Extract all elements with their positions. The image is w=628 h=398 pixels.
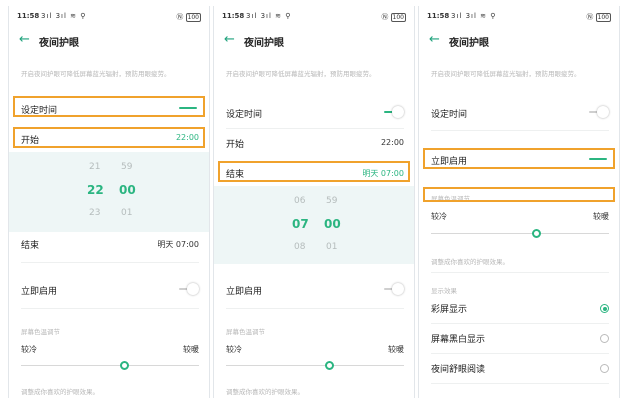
divider	[431, 353, 609, 354]
highlight-box	[13, 96, 205, 117]
status-bar: 11:58 3ıl 3ıl ≋ ⚲ Ⓝ 100	[9, 12, 209, 24]
radio-monochrome-display[interactable]	[600, 334, 609, 343]
enable-now-label: 立即启用	[21, 287, 58, 297]
color-temp-slider-track[interactable]	[226, 365, 404, 366]
picker-minute-selected[interactable]: 00	[119, 183, 136, 197]
warmer-label: 较暖	[183, 345, 199, 354]
set-time-toggle[interactable]	[382, 106, 404, 118]
status-right-icons: Ⓝ 100	[586, 12, 611, 22]
set-time-label: 设定时间	[431, 110, 468, 120]
divider	[431, 130, 609, 131]
set-time-label: 设定时间	[226, 110, 263, 120]
highlight-box	[423, 148, 615, 169]
enable-now-toggle[interactable]	[177, 283, 199, 295]
color-temp-section-label: 屏幕色温调节	[226, 328, 265, 336]
color-temp-section-label: 屏幕色温调节	[21, 328, 60, 336]
option-monochrome-display[interactable]: 屏幕黑白显示	[431, 332, 485, 345]
page-title: 夜间护眼	[39, 38, 79, 49]
warmer-label: 较暖	[388, 345, 404, 354]
nfc-icon: Ⓝ	[381, 13, 389, 21]
highlight-box	[423, 187, 615, 202]
nfc-icon: Ⓝ	[586, 13, 594, 21]
highlight-box	[218, 161, 410, 182]
color-temp-slider-handle[interactable]	[325, 361, 334, 370]
status-time: 11:58	[17, 12, 40, 20]
page-title: 夜间护眼	[449, 38, 489, 49]
divider	[226, 128, 404, 129]
picker-hour[interactable]: 06	[294, 196, 305, 206]
status-time: 11:58	[427, 12, 450, 20]
status-time: 11:58	[222, 12, 245, 20]
time-picker[interactable]: 06 07 08 59 00 01	[214, 186, 414, 264]
highlight-box	[13, 127, 205, 148]
end-value[interactable]: 明天 07:00	[157, 239, 199, 250]
picker-minute-selected[interactable]: 00	[324, 217, 341, 231]
adjust-hint: 调整成你喜欢的护眼效果。	[21, 388, 99, 396]
divider	[21, 308, 199, 309]
enable-now-label: 立即启用	[226, 287, 263, 297]
phone-screen-3: 11:58 3ıl 3ıl ≋ ⚲ Ⓝ 100 ← 夜间护眼 开启夜间护眼可降低…	[418, 6, 620, 398]
intro-hint: 开启夜间护眼可降低屏幕蓝光辐射，预防用眼疲劳。	[21, 70, 171, 78]
end-label[interactable]: 结束	[21, 238, 39, 251]
phone-screen-2: 11:58 3ıl 3ıl ≋ ⚲ Ⓝ 100 ← 夜间护眼 开启夜间护眼可降低…	[213, 6, 415, 398]
enable-now-toggle[interactable]	[382, 283, 404, 295]
display-effect-section-label: 显示效果	[431, 287, 457, 295]
phone-screen-1: 11:58 3ıl 3ıl ≋ ⚲ Ⓝ 100 ← 夜间护眼 开启夜间护眼可降低…	[8, 6, 210, 398]
cooler-label: 较冷	[226, 345, 242, 354]
option-color-display[interactable]: 彩屏显示	[431, 302, 467, 315]
color-temp-slider-handle[interactable]	[532, 229, 541, 238]
divider	[431, 272, 609, 273]
intro-hint: 开启夜间护眼可降低屏幕蓝光辐射，预防用眼疲劳。	[431, 70, 581, 78]
radio-night-reading[interactable]	[600, 364, 609, 373]
status-bar: 11:58 3ıl 3ıl ≋ ⚲ Ⓝ 100	[214, 12, 414, 24]
divider	[21, 262, 199, 263]
nfc-icon: Ⓝ	[176, 13, 184, 21]
status-right-icons: Ⓝ 100	[381, 12, 406, 22]
header: ← 夜间护眼	[419, 30, 619, 56]
back-arrow-icon[interactable]: ←	[224, 32, 235, 47]
picker-hour[interactable]: 21	[89, 162, 100, 172]
signal-icon: 3ıl 3ıl ≋ ⚲	[41, 12, 87, 20]
start-label[interactable]: 开始	[226, 137, 244, 150]
color-temp-slider-track[interactable]	[21, 365, 199, 366]
divider	[226, 308, 404, 309]
status-right-icons: Ⓝ 100	[176, 12, 201, 22]
color-temp-slider-track[interactable]	[431, 233, 609, 234]
picker-hour[interactable]: 08	[294, 242, 305, 252]
picker-hour[interactable]: 23	[89, 208, 100, 218]
picker-minute[interactable]: 59	[121, 162, 132, 172]
set-time-toggle[interactable]	[587, 106, 609, 118]
header: ← 夜间护眼	[9, 30, 209, 56]
intro-hint: 开启夜间护眼可降低屏幕蓝光辐射，预防用眼疲劳。	[226, 70, 376, 78]
divider	[431, 383, 609, 384]
picker-hour-selected[interactable]: 07	[292, 217, 309, 231]
battery-icon: 100	[185, 13, 201, 22]
signal-icon: 3ıl 3ıl ≋ ⚲	[246, 12, 292, 20]
radio-color-display[interactable]	[600, 304, 609, 313]
picker-minute[interactable]: 01	[121, 208, 132, 218]
picker-minute[interactable]: 01	[326, 242, 337, 252]
back-arrow-icon[interactable]: ←	[19, 32, 30, 47]
cooler-label: 较冷	[21, 345, 37, 354]
cooler-label: 较冷	[431, 212, 447, 221]
color-temp-slider-handle[interactable]	[120, 361, 129, 370]
page-title: 夜间护眼	[244, 38, 284, 49]
status-bar: 11:58 3ıl 3ıl ≋ ⚲ Ⓝ 100	[419, 12, 619, 24]
battery-icon: 100	[390, 13, 406, 22]
picker-hour-selected[interactable]: 22	[87, 183, 104, 197]
picker-minute[interactable]: 59	[326, 196, 337, 206]
time-picker[interactable]: 21 22 23 59 00 01	[9, 152, 209, 232]
option-night-reading[interactable]: 夜间舒眼阅读	[431, 362, 485, 375]
divider	[431, 323, 609, 324]
back-arrow-icon[interactable]: ←	[429, 32, 440, 47]
adjust-hint: 调整成你喜欢的护眼效果。	[431, 258, 509, 266]
header: ← 夜间护眼	[214, 30, 414, 56]
battery-icon: 100	[595, 13, 611, 22]
warmer-label: 较暖	[593, 212, 609, 221]
signal-icon: 3ıl 3ıl ≋ ⚲	[451, 12, 497, 20]
adjust-hint: 调整成你喜欢的护眼效果。	[226, 388, 304, 396]
start-value[interactable]: 22:00	[381, 138, 404, 147]
